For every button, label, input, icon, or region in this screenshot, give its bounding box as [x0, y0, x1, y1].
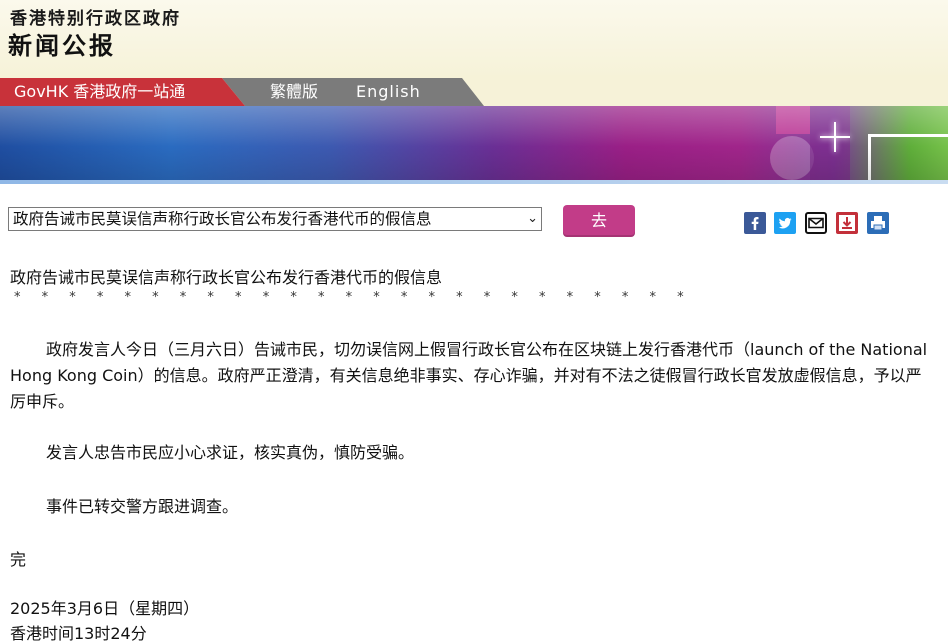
end-mark: 完: [10, 550, 27, 569]
release-time: 香港时间13时24分: [10, 624, 147, 643]
header: 香港特别行政区政府 新闻公报: [0, 0, 948, 78]
chevron-down-icon: ⌄: [527, 211, 538, 226]
govhk-link[interactable]: GovHK 香港政府一站通: [0, 78, 245, 106]
banner: [0, 106, 948, 180]
article-paragraph: 政府发言人今日（三月六日）告诫市民，切勿误信网上假冒行政长官公布在区块链上发行香…: [10, 340, 928, 411]
email-icon[interactable]: [805, 212, 827, 234]
article-paragraph: 发言人忠告市民应小心求证，核实真伪，慎防受骗。: [46, 443, 415, 462]
nav-lang-bg: [222, 78, 484, 106]
release-date: 2025年3月6日（星期四）: [10, 599, 200, 618]
facebook-icon[interactable]: [744, 212, 766, 234]
traditional-chinese-link[interactable]: 繁體版: [270, 78, 318, 106]
press-release-select[interactable]: 政府告诫市民莫误信声称行政长官公布发行香港代币的假信息 ⌄: [8, 207, 542, 231]
select-value: 政府告诫市民莫误信声称行政长官公布发行香港代币的假信息: [13, 210, 432, 228]
banner-divider: [0, 180, 948, 184]
title-separator: * * * * * * * * * * * * * * * * * * * * …: [14, 290, 693, 305]
article-title: 政府告诫市民莫误信声称行政长官公布发行香港代币的假信息: [10, 268, 443, 287]
download-icon[interactable]: [836, 212, 858, 234]
print-icon[interactable]: [867, 212, 889, 234]
twitter-icon[interactable]: [774, 212, 796, 234]
english-link[interactable]: English: [356, 78, 421, 106]
go-button[interactable]: 去: [563, 205, 635, 237]
article-paragraph: 事件已转交警方跟进调查。: [46, 497, 239, 516]
site-title: 新闻公报: [8, 32, 116, 60]
nav-bar: GovHK 香港政府一站通 繁體版 English: [0, 78, 948, 106]
